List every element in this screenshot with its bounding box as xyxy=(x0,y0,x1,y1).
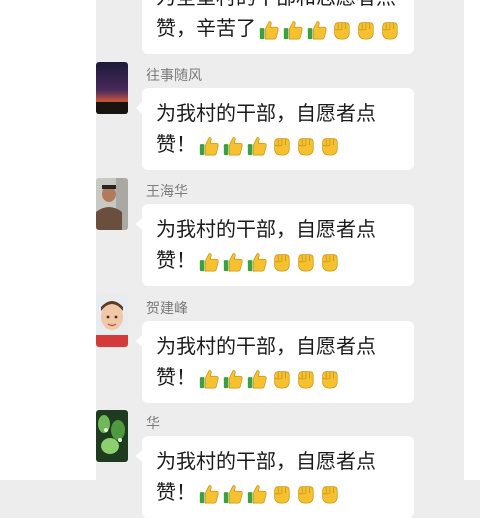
thumbs-up-icon xyxy=(306,19,328,41)
raised-fist-icon xyxy=(270,483,292,505)
message-bubble[interactable]: 为我村的干部，自愿者点 赞！ xyxy=(136,436,414,518)
raised-fist-icon xyxy=(294,483,316,505)
left-screen-margin xyxy=(0,0,96,480)
chat-message: 贺建峰 为我村的干部，自愿者点 赞！ xyxy=(96,295,464,405)
message-text: 赞！ xyxy=(156,248,196,272)
raised-fist-icon xyxy=(330,19,352,41)
emoji-row xyxy=(196,480,340,504)
thumbs-up-icon xyxy=(222,251,244,273)
message-line-1: 为我村的干部，自愿者点 xyxy=(156,101,376,125)
message-line-1: 为全垦村的干部和志愿者点 xyxy=(156,0,400,13)
avatar-child-photo xyxy=(96,295,128,347)
raised-fist-icon xyxy=(294,135,316,157)
raised-fist-icon xyxy=(354,19,376,41)
raised-fist-icon xyxy=(270,368,292,390)
thumbs-up-icon xyxy=(198,135,220,157)
message-line-1: 为我村的干部，自愿者点 xyxy=(156,217,376,241)
thumbs-up-icon xyxy=(198,483,220,505)
emoji-row xyxy=(196,132,340,156)
thumbs-up-icon xyxy=(246,368,268,390)
raised-fist-icon xyxy=(318,135,340,157)
sender-name: 贺建峰 xyxy=(146,301,188,317)
raised-fist-icon xyxy=(270,135,292,157)
raised-fist-icon xyxy=(318,251,340,273)
right-screen-margin xyxy=(464,0,480,480)
avatar[interactable] xyxy=(96,62,128,114)
thumbs-up-icon xyxy=(246,251,268,273)
message-line-2: 赞！ xyxy=(156,362,400,393)
message-line-1: 为我村的干部，自愿者点 xyxy=(156,449,376,473)
message-bubble[interactable]: 为我村的干部，自愿者点 赞！ xyxy=(136,88,414,170)
avatar-man-photo xyxy=(96,178,128,230)
sender-name: 华 xyxy=(146,416,160,432)
thumbs-up-icon xyxy=(258,19,280,41)
chat-message: 华 为我村的干部，自愿者点 赞！ xyxy=(96,410,464,518)
message-line-2: 赞！ xyxy=(156,477,400,508)
thumbs-up-icon xyxy=(198,251,220,273)
thumbs-up-icon xyxy=(246,483,268,505)
emoji-row xyxy=(256,16,400,40)
avatar-sunset-image xyxy=(96,62,128,114)
raised-fist-icon xyxy=(318,483,340,505)
emoji-row xyxy=(196,365,340,389)
raised-fist-icon xyxy=(294,251,316,273)
sender-name: 王海华 xyxy=(146,184,188,200)
message-line-2: 赞，辛苦了 xyxy=(156,13,400,44)
chat-message: 往事随风 为我村的干部，自愿者点 赞！ xyxy=(96,62,464,172)
raised-fist-icon xyxy=(318,368,340,390)
emoji-row xyxy=(196,248,340,272)
chat-message-top: 为全垦村的干部和志愿者点 赞，辛苦了 xyxy=(96,0,464,54)
message-bubble[interactable]: 为全垦村的干部和志愿者点 赞，辛苦了 xyxy=(142,0,414,54)
thumbs-up-icon xyxy=(222,368,244,390)
avatar[interactable] xyxy=(96,295,128,347)
raised-fist-icon xyxy=(294,368,316,390)
message-text: 赞！ xyxy=(156,480,196,504)
message-line-1: 为我村的干部，自愿者点 xyxy=(156,334,376,358)
thumbs-up-icon xyxy=(198,368,220,390)
message-line-2: 赞！ xyxy=(156,129,400,160)
thumbs-up-icon xyxy=(282,19,304,41)
raised-fist-icon xyxy=(378,19,400,41)
sender-name: 往事随风 xyxy=(146,68,202,84)
thumbs-up-icon xyxy=(222,483,244,505)
message-line-2: 赞！ xyxy=(156,245,400,276)
message-text: 赞，辛苦了 xyxy=(156,16,256,40)
message-bubble[interactable]: 为我村的干部，自愿者点 赞！ xyxy=(136,321,414,403)
raised-fist-icon xyxy=(270,251,292,273)
message-bubble[interactable]: 为我村的干部，自愿者点 赞！ xyxy=(136,204,414,286)
avatar[interactable] xyxy=(96,410,128,462)
chat-message: 王海华 为我村的干部，自愿者点 赞！ xyxy=(96,178,464,288)
avatar-plant-photo xyxy=(96,410,128,462)
message-text: 赞！ xyxy=(156,132,196,156)
thumbs-up-icon xyxy=(222,135,244,157)
thumbs-up-icon xyxy=(246,135,268,157)
avatar[interactable] xyxy=(96,178,128,230)
message-text: 赞！ xyxy=(156,365,196,389)
